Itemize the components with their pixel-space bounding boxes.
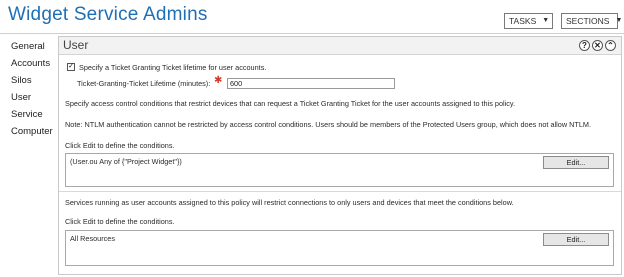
tgt-lifetime-checkbox[interactable]: ✓: [67, 63, 75, 71]
edit-conditions-button[interactable]: Edit...: [543, 156, 609, 169]
nav-item-silos[interactable]: Silos: [11, 75, 32, 86]
user-section: User ? ✕ ⌃ ✓ Specify a Ticket Granting T…: [58, 36, 622, 275]
nav-item-accounts[interactable]: Accounts: [11, 58, 50, 69]
nav-item-general[interactable]: General: [11, 41, 45, 52]
sections-button[interactable]: SECTIONS ▼: [561, 13, 622, 29]
tasks-button[interactable]: TASKS ▼: [504, 13, 553, 29]
title-bar: Widget Service Admins TASKS ▼ SECTIONS ▼: [0, 0, 624, 34]
access-control-text: Specify access control conditions that r…: [65, 99, 516, 108]
sections-label: SECTIONS: [566, 16, 610, 26]
chevron-down-icon: ▼: [542, 17, 550, 24]
section-title: User: [63, 38, 89, 52]
divider: [59, 191, 621, 192]
condition-expression: (User.ou Any of {"Project Widget"}): [70, 157, 182, 166]
collapse-section-icon[interactable]: ⌃: [605, 40, 616, 51]
click-edit-instruction-2: Click Edit to define the conditions.: [65, 217, 175, 226]
click-edit-instruction: Click Edit to define the conditions.: [65, 141, 175, 150]
nav-item-computer[interactable]: Computer: [11, 126, 53, 137]
section-header: User ? ✕ ⌃: [59, 37, 621, 55]
section-nav: General Accounts Silos User Service Comp…: [0, 35, 56, 277]
service-conditions-box[interactable]: All Resources Edit...: [65, 230, 614, 266]
ntlm-note: Note: NTLM authentication cannot be rest…: [65, 120, 592, 129]
services-restriction-text: Services running as user accounts assign…: [65, 198, 514, 207]
tasks-label: TASKS: [509, 16, 537, 26]
conditions-box[interactable]: (User.ou Any of {"Project Widget"}) Edit…: [65, 153, 614, 187]
window-title: Widget Service Admins: [8, 4, 208, 25]
tgt-lifetime-input[interactable]: 600: [227, 78, 395, 89]
help-icon[interactable]: ?: [579, 40, 590, 51]
required-icon: ✱: [214, 75, 223, 86]
tgt-lifetime-label: Ticket-Granting-Ticket Lifetime (minutes…: [77, 79, 211, 88]
chevron-down-icon: ▼: [615, 17, 623, 24]
collapse-icon[interactable]: ✕: [592, 40, 603, 51]
nav-item-service[interactable]: Service: [11, 109, 43, 120]
nav-item-user[interactable]: User: [11, 92, 31, 103]
edit-service-conditions-button[interactable]: Edit...: [543, 233, 609, 246]
service-condition-expression: All Resources: [70, 234, 116, 243]
tgt-checkbox-label: Specify a Ticket Granting Ticket lifetim…: [79, 63, 267, 72]
